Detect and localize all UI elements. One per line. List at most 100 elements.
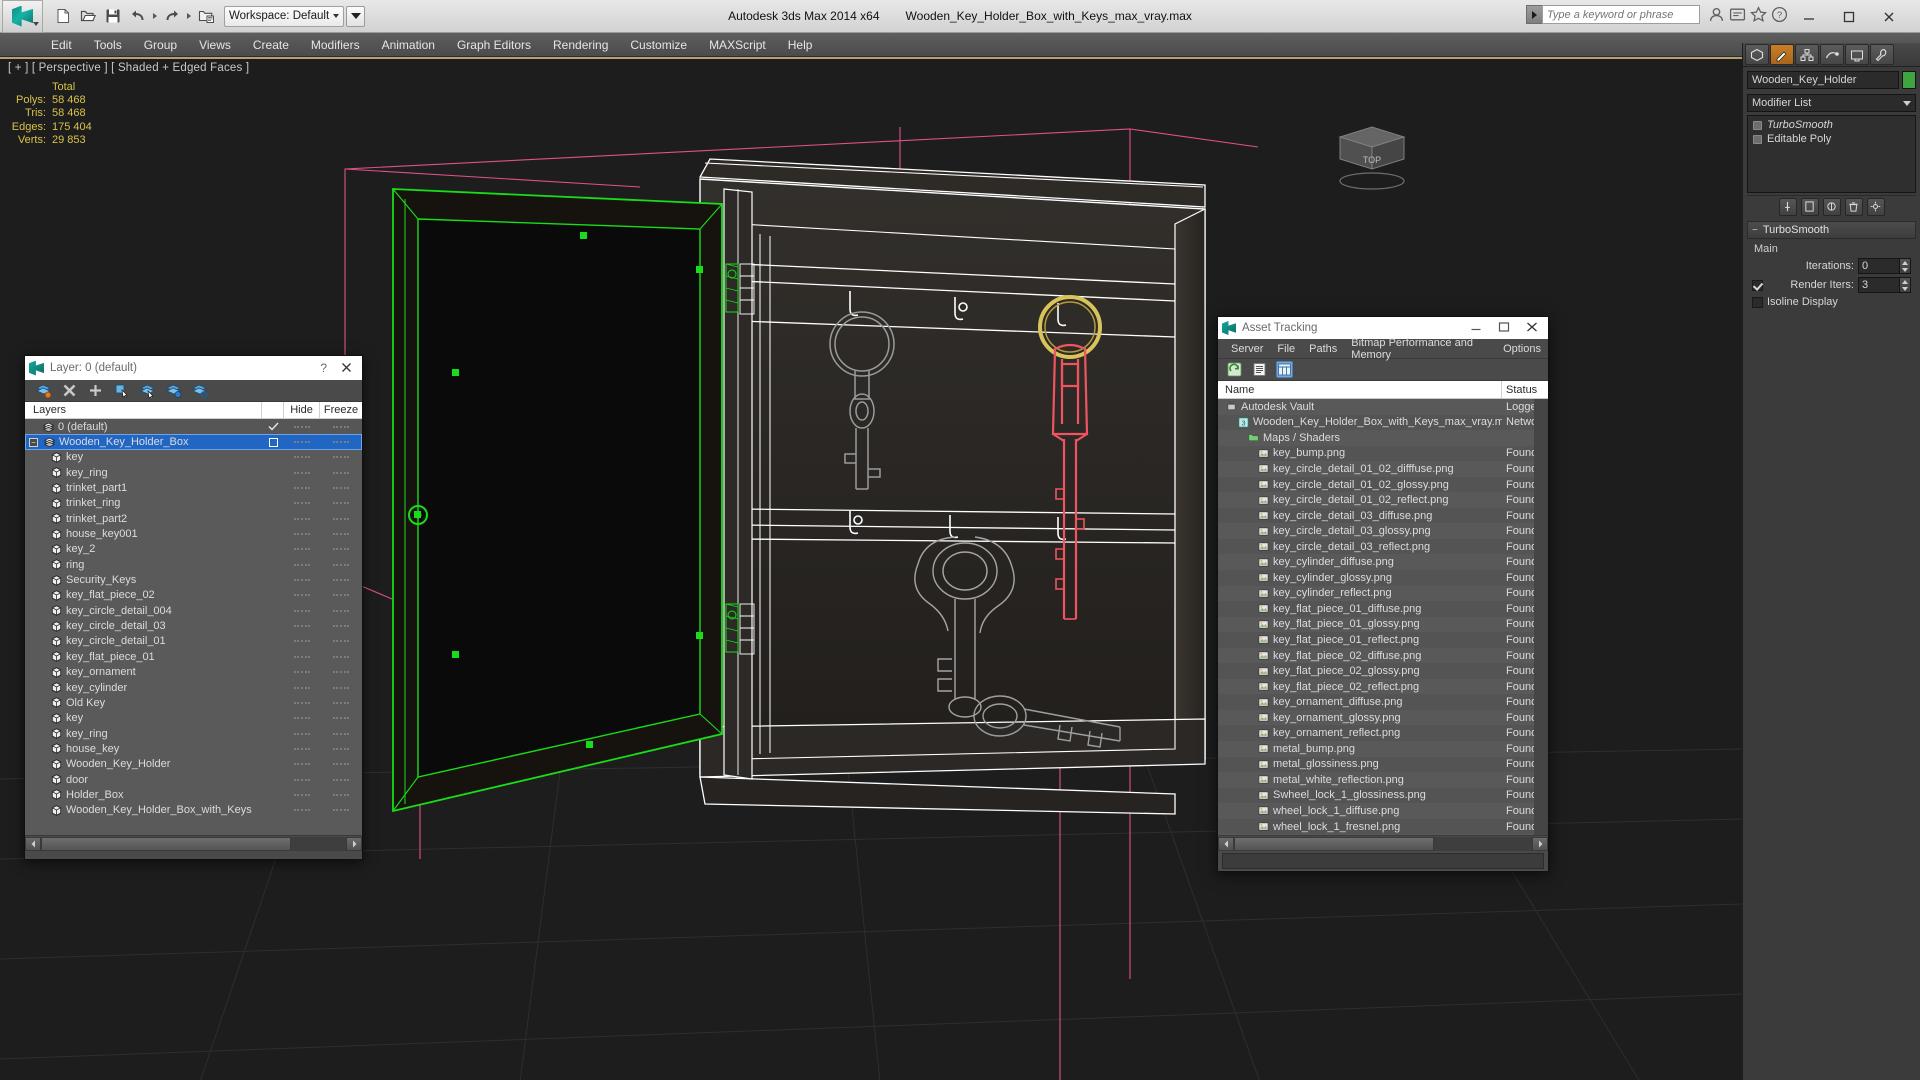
menu-animation[interactable]: Animation — [371, 35, 446, 55]
minimize-button[interactable] — [1796, 5, 1822, 29]
asset-name-cell[interactable]: key_circle_detail_03_glossy.png — [1218, 525, 1502, 537]
asset-menu-file[interactable]: File — [1270, 341, 1302, 357]
add-layer-icon[interactable] — [87, 382, 104, 399]
asset-scroll-left-icon[interactable] — [1218, 836, 1234, 851]
layer-object-row[interactable]: key_circle_detail_01 — [25, 634, 362, 649]
search-input[interactable] — [1542, 5, 1700, 24]
asset-name-cell[interactable]: key_flat_piece_02_diffuse.png — [1218, 650, 1502, 662]
layer-active-cell[interactable] — [262, 422, 284, 431]
asset-list[interactable]: Autodesk Vault Logged 3 Wooden_Key_Holder_B… — [1218, 399, 1548, 835]
asset-name-cell[interactable]: key_flat_piece_01_glossy.png — [1218, 618, 1502, 630]
asset-name-cell[interactable]: key_circle_detail_01_02_reflect.png — [1218, 494, 1502, 506]
rollout-header-turbosmooth[interactable]: − TurboSmooth — [1747, 221, 1916, 239]
asset-list-hscrollbar[interactable] — [1218, 835, 1548, 851]
asset-name-cell[interactable]: Maps / Shaders — [1218, 432, 1502, 444]
layer-name-cell[interactable]: key_ornament — [25, 666, 262, 678]
layer-name-cell[interactable]: trinket_part1 — [25, 482, 262, 494]
asset-name-cell[interactable]: key_cylinder_diffuse.png — [1218, 556, 1502, 568]
layer-freeze-cell[interactable] — [320, 533, 362, 536]
layer-name-cell[interactable]: house_key001 — [25, 528, 262, 540]
layer-hide-cell[interactable] — [284, 548, 320, 551]
layer-freeze-cell[interactable] — [320, 701, 362, 704]
layer-object-row[interactable]: door — [25, 772, 362, 787]
column-name[interactable]: Name — [1218, 381, 1502, 398]
layer-name-cell[interactable]: key — [25, 712, 262, 724]
asset-name-cell[interactable]: Autodesk Vault — [1218, 401, 1502, 413]
asset-row[interactable]: key_circle_detail_03_glossy.png Found — [1218, 523, 1548, 539]
layer-hide-cell[interactable] — [284, 809, 320, 812]
layer-object-row[interactable]: key_circle_detail_03 — [25, 618, 362, 633]
layer-object-row[interactable]: trinket_part2 — [25, 511, 362, 526]
layer-hide-cell[interactable] — [284, 517, 320, 520]
asset-row[interactable]: key_flat_piece_01_diffuse.png Found — [1218, 601, 1548, 617]
menu-customize[interactable]: Customize — [619, 35, 698, 55]
asset-name-cell[interactable]: key_cylinder_glossy.png — [1218, 572, 1502, 584]
layer-row[interactable]: 0 (default) — [25, 419, 362, 435]
asset-name-cell[interactable]: key_circle_detail_03_diffuse.png — [1218, 510, 1502, 522]
layer-hide-cell[interactable] — [284, 563, 320, 566]
column-hide[interactable]: Hide — [284, 402, 320, 418]
asset-name-cell[interactable]: wheel_lock_1_fresnel.png — [1218, 821, 1502, 833]
layer-name-cell[interactable]: key_ring — [25, 728, 262, 740]
menu-edit[interactable]: Edit — [40, 35, 83, 55]
layer-object-row[interactable]: trinket_part1 — [25, 480, 362, 495]
layer-dialog-help-button[interactable]: ? — [320, 361, 327, 375]
asset-name-cell[interactable]: key_circle_detail_01_02_glossy.png — [1218, 479, 1502, 491]
select-objects-in-layer-icon[interactable] — [113, 382, 130, 399]
layer-list[interactable]: 0 (default) − Wooden_Key_Holder_Boxkey key_… — [25, 419, 362, 835]
layer-hide-cell[interactable] — [284, 732, 320, 735]
show-end-result-button[interactable] — [1800, 197, 1819, 216]
layer-object-row[interactable]: Wooden_Key_Holder_Box_with_Keys — [25, 803, 362, 818]
menu-group[interactable]: Group — [133, 35, 188, 55]
layer-freeze-cell[interactable] — [320, 563, 362, 566]
modifier-enable-toggle[interactable] — [1753, 120, 1762, 130]
asset-row[interactable]: 3 Wooden_Key_Holder_Box_with_Keys_max_vra… — [1218, 414, 1548, 431]
menu-help[interactable]: Help — [777, 35, 824, 55]
set-project-folder-button[interactable] — [195, 5, 217, 27]
asset-row[interactable]: key_ornament_diffuse.png Found — [1218, 694, 1548, 710]
workspace-dropdown-button[interactable] — [346, 5, 365, 27]
layer-name-cell[interactable]: key_circle_detail_004 — [25, 605, 262, 617]
layer-freeze-cell[interactable] — [320, 548, 362, 551]
modifier-stack[interactable]: TurboSmooth Editable Poly — [1747, 115, 1916, 193]
redo-button[interactable] — [161, 5, 183, 27]
asset-name-cell[interactable]: wheel_lock_1_diffuse.png — [1218, 805, 1502, 817]
asset-name-cell[interactable]: key_ornament_glossy.png — [1218, 712, 1502, 724]
layer-name-cell[interactable]: − Wooden_Key_Holder_Box — [25, 436, 262, 448]
iterations-spin-arrows[interactable] — [1900, 258, 1911, 274]
layer-name-cell[interactable]: Wooden_Key_Holder — [25, 758, 262, 770]
layer-object-row[interactable]: ring — [25, 557, 362, 572]
layer-hide-cell[interactable] — [284, 640, 320, 643]
layer-freeze-cell[interactable] — [320, 793, 362, 796]
layer-name-cell[interactable]: Wooden_Key_Holder_Box_with_Keys — [25, 804, 262, 816]
column-status[interactable]: Status — [1502, 381, 1548, 398]
menu-graph-editors[interactable]: Graph Editors — [446, 35, 542, 55]
column-layers[interactable]: Layers — [25, 402, 262, 418]
create-new-layer-icon[interactable] — [35, 382, 52, 399]
undo-button[interactable] — [127, 5, 149, 27]
asset-name-cell[interactable]: key_ornament_reflect.png — [1218, 727, 1502, 739]
asset-name-cell[interactable]: key_bump.png — [1218, 447, 1502, 459]
asset-name-cell[interactable]: 3 Wooden_Key_Holder_Box_with_Keys_max_vra… — [1218, 416, 1502, 428]
layer-dialog[interactable]: Layer: 0 (default) ? Layers Hide Freeze … — [24, 355, 363, 860]
layer-name-cell[interactable]: key_circle_detail_01 — [25, 635, 262, 647]
menu-rendering[interactable]: Rendering — [542, 35, 619, 55]
refresh-icon[interactable] — [1226, 361, 1243, 378]
asset-row[interactable]: key_bump.png Found — [1218, 445, 1548, 462]
layer-name-cell[interactable]: Security_Keys — [25, 574, 262, 586]
layer-freeze-cell[interactable] — [320, 456, 362, 459]
layer-name-cell[interactable]: Old Key — [25, 697, 262, 709]
asset-menu-bitmap-performance-and-memory[interactable]: Bitmap Performance and Memory — [1344, 335, 1496, 363]
layer-object-row[interactable]: Holder_Box — [25, 787, 362, 802]
asset-row[interactable]: key_cylinder_diffuse.png Found — [1218, 554, 1548, 571]
asset-row[interactable]: Maps / Shaders — [1218, 430, 1548, 446]
asset-menu-server[interactable]: Server — [1224, 341, 1270, 357]
pin-stack-button[interactable] — [1778, 197, 1797, 216]
layer-object-row[interactable]: key_cylinder — [25, 680, 362, 695]
tab-modify[interactable] — [1770, 44, 1794, 65]
modifier-stack-item[interactable]: TurboSmooth — [1748, 118, 1915, 132]
asset-name-cell[interactable]: key_flat_piece_02_reflect.png — [1218, 681, 1502, 693]
asset-maximize-button[interactable] — [1498, 322, 1510, 334]
layer-hide-cell[interactable] — [284, 579, 320, 582]
asset-row[interactable]: key_flat_piece_02_reflect.png Found — [1218, 678, 1548, 695]
